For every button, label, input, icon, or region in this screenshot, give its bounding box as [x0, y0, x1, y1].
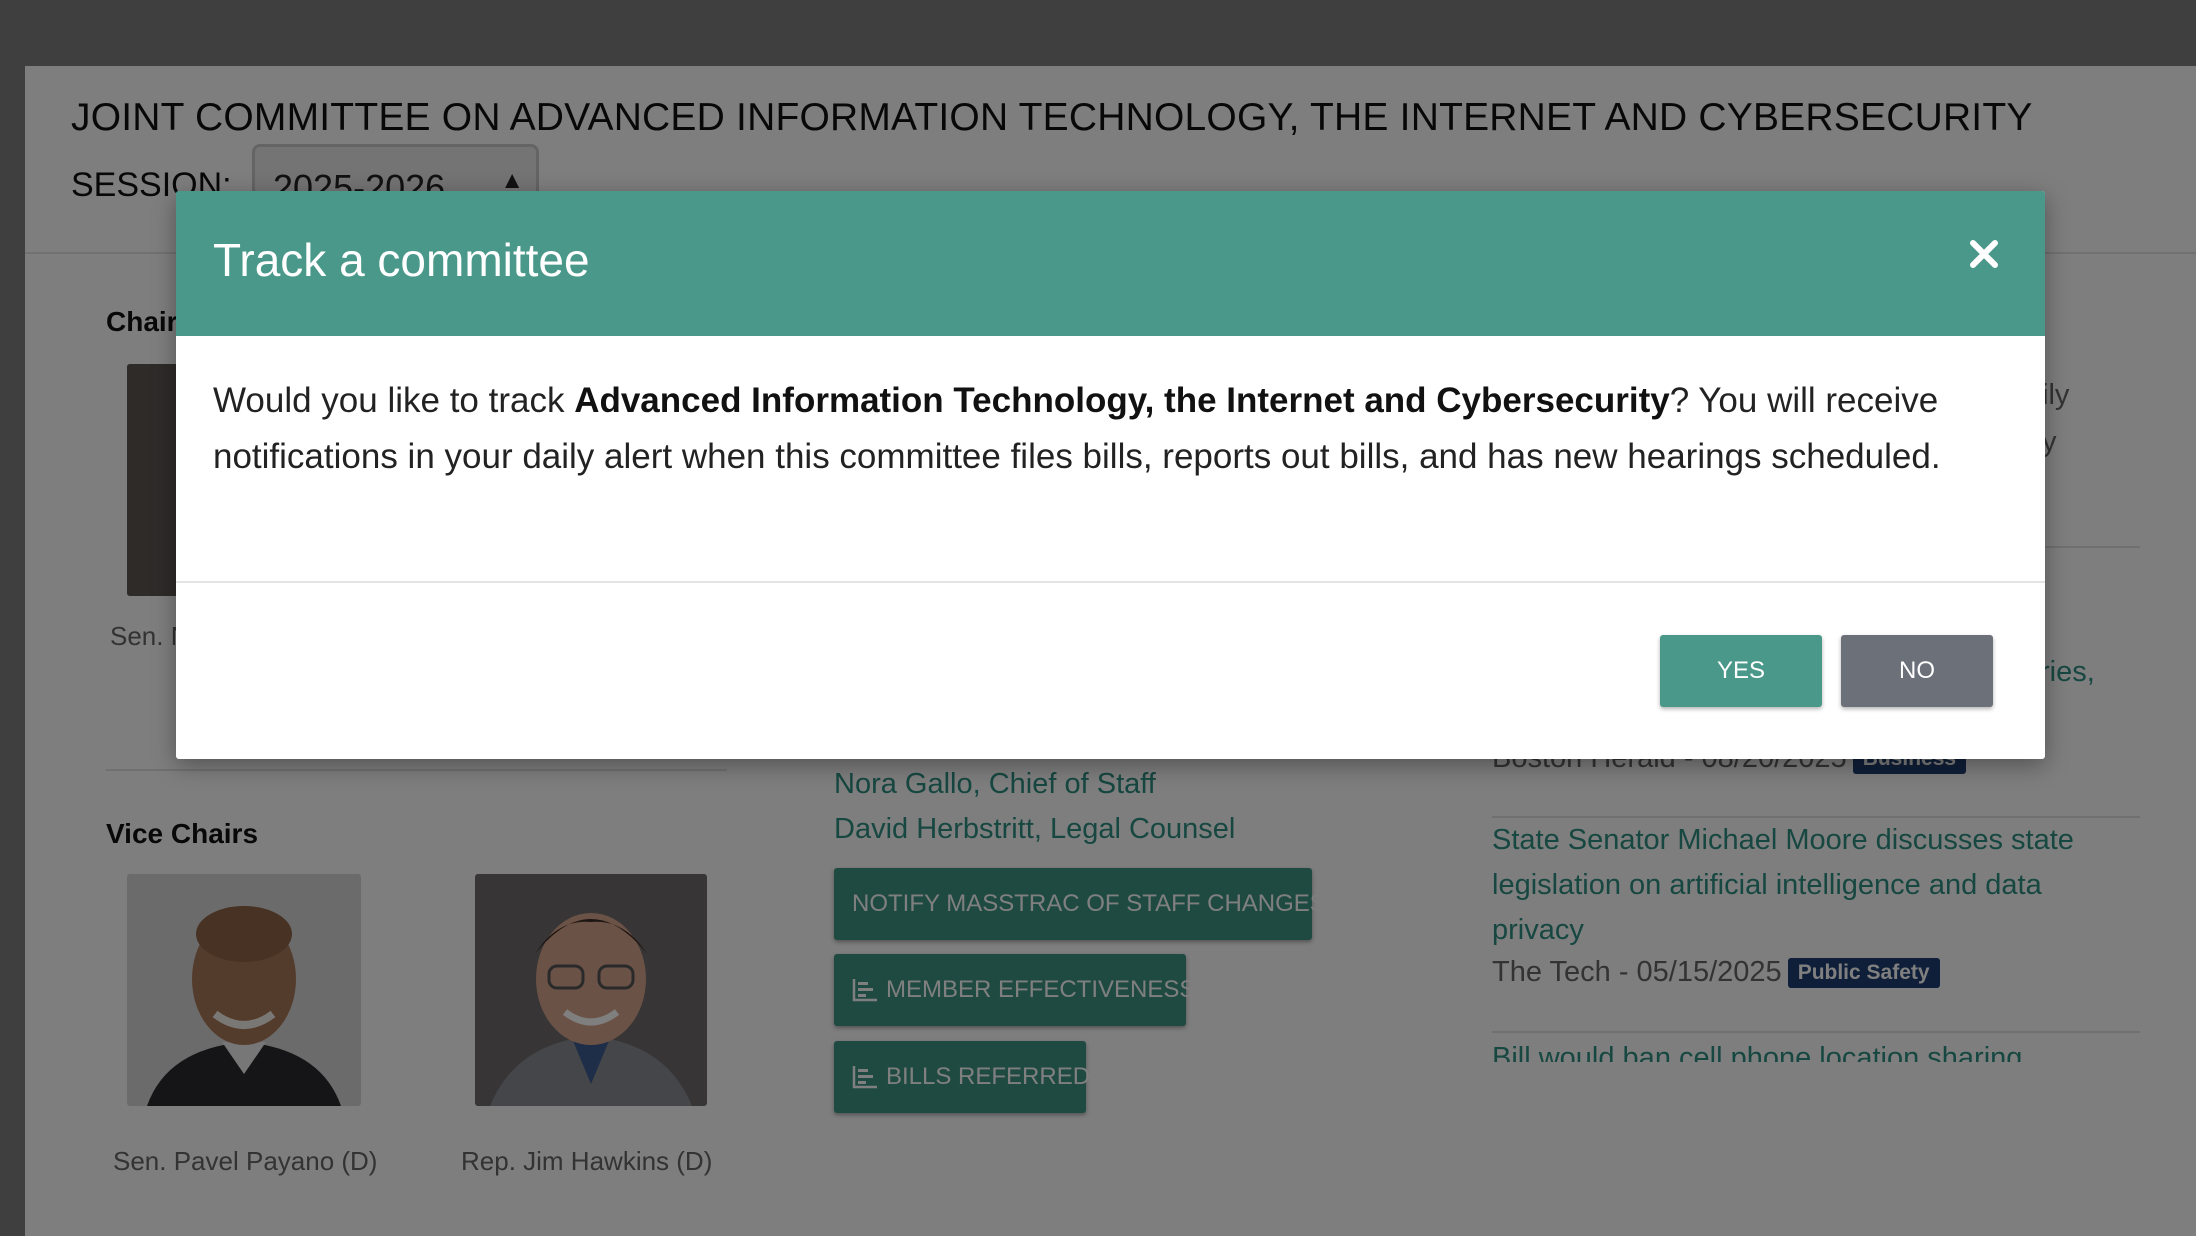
yes-button[interactable]: YES: [1660, 635, 1822, 707]
modal-message-prefix: Would you like to track: [213, 381, 575, 420]
modal-header: Track a committee: [176, 191, 2045, 336]
modal-footer-divider: [176, 581, 2045, 583]
track-committee-modal: Track a committee Would you like to trac…: [176, 191, 2045, 759]
modal-title: Track a committee: [213, 234, 590, 286]
no-button[interactable]: NO: [1841, 635, 1993, 707]
modal-committee-name: Advanced Information Technology, the Int…: [574, 381, 1670, 420]
close-icon[interactable]: [1961, 231, 2007, 277]
modal-message: Would you like to track Advanced Informa…: [213, 373, 2013, 485]
